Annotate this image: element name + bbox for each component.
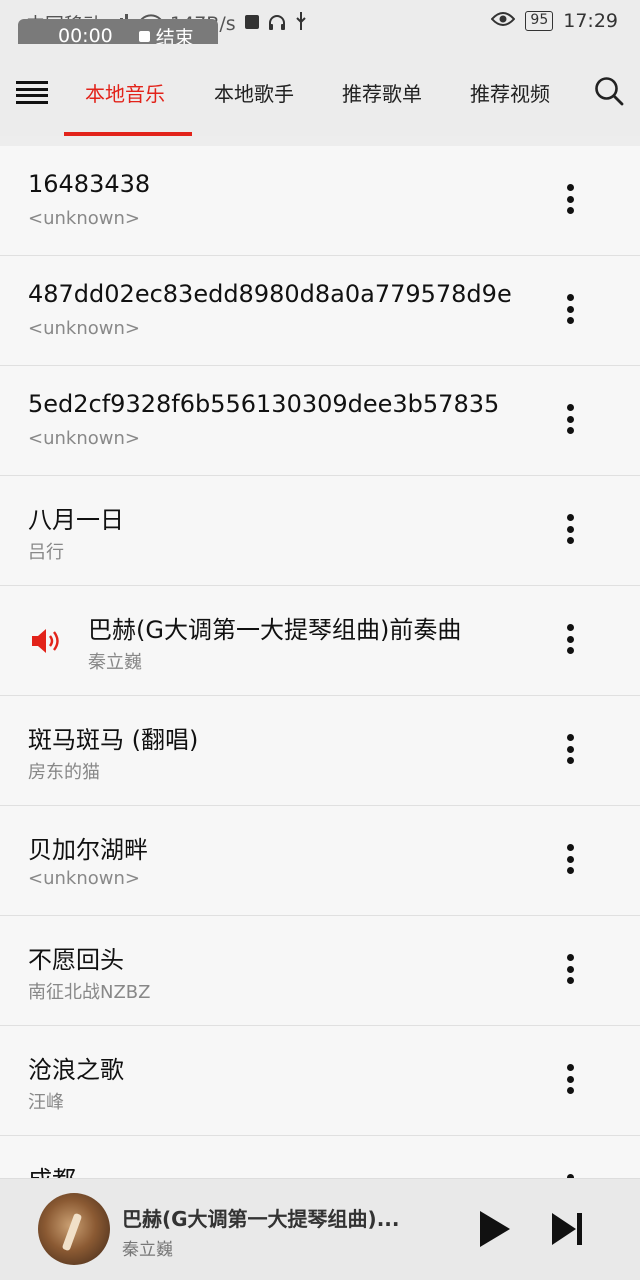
song-artist: <unknown>	[28, 208, 140, 229]
more-options-icon[interactable]	[562, 1064, 578, 1098]
song-title: 5ed2cf9328f6b556130309dee3b57835	[28, 390, 500, 418]
active-tab-indicator	[64, 132, 192, 136]
song-title: 487dd02ec83edd8980d8a0a779578d9e	[28, 280, 512, 308]
more-options-icon[interactable]	[562, 294, 578, 328]
song-artist: <unknown>	[28, 868, 140, 889]
song-artist: 房东的猫	[28, 762, 100, 783]
song-title: 巴赫(G大调第一大提琴组曲)前奏曲	[88, 616, 462, 644]
song-row[interactable]: 不愿回头 南征北战NZBZ	[0, 916, 640, 1026]
top-navigation: 本地音乐 本地歌手 推荐歌单 推荐视频	[0, 44, 640, 136]
song-title: 不愿回头	[28, 946, 124, 974]
more-options-icon[interactable]	[562, 734, 578, 768]
usb-icon	[294, 12, 308, 35]
song-row-now-playing[interactable]: 巴赫(G大调第一大提琴组曲)前奏曲 秦立巍	[0, 586, 640, 696]
more-options-icon[interactable]	[562, 844, 578, 878]
song-title: 八月一日	[28, 506, 124, 534]
song-artist: <unknown>	[28, 318, 140, 339]
song-artist: 秦立巍	[88, 652, 142, 673]
search-icon[interactable]	[594, 76, 624, 106]
song-row[interactable]: 成都	[0, 1136, 640, 1178]
tab-local-music[interactable]: 本地音乐	[85, 78, 165, 107]
song-title: 贝加尔湖畔	[28, 836, 148, 864]
menu-icon[interactable]	[16, 81, 48, 104]
eye-comfort-icon	[491, 10, 516, 32]
next-track-icon[interactable]	[548, 1211, 588, 1247]
song-title: 成都	[28, 1160, 76, 1178]
more-options-icon[interactable]	[562, 624, 578, 658]
song-artist: 汪峰	[28, 1092, 64, 1113]
more-options-icon[interactable]	[562, 954, 578, 988]
clock: 17:29	[563, 10, 618, 32]
speaker-icon	[30, 626, 64, 656]
stop-icon	[138, 30, 150, 42]
now-playing-title: 巴赫(G大调第一大提琴组曲)...	[122, 1207, 400, 1231]
song-row[interactable]: 贝加尔湖畔 <unknown>	[0, 806, 640, 916]
tab-local-singers[interactable]: 本地歌手	[214, 78, 294, 107]
tab-recommended-playlists[interactable]: 推荐歌单	[342, 78, 422, 107]
play-icon[interactable]	[474, 1209, 514, 1249]
song-row[interactable]: 16483438 <unknown>	[0, 146, 640, 256]
song-artist: <unknown>	[28, 428, 140, 449]
tab-recommended-videos[interactable]: 推荐视频	[470, 78, 550, 107]
album-cover[interactable]	[38, 1193, 110, 1265]
song-artist: 南征北战NZBZ	[28, 982, 151, 1003]
now-playing-artist: 秦立巍	[122, 1240, 173, 1260]
song-title: 16483438	[28, 170, 151, 198]
song-row[interactable]: 八月一日 吕行	[0, 476, 640, 586]
song-artist: 吕行	[28, 542, 64, 563]
headphones-icon	[268, 13, 286, 35]
more-options-icon[interactable]	[562, 184, 578, 218]
battery-indicator: 95	[525, 11, 554, 31]
song-title: 沧浪之歌	[28, 1056, 124, 1084]
song-list[interactable]: 16483438 <unknown> 487dd02ec83edd8980d8a…	[0, 146, 640, 1178]
song-row[interactable]: 斑马斑马 (翻唱) 房东的猫	[0, 696, 640, 806]
song-row[interactable]: 487dd02ec83edd8980d8a0a779578d9e <unknow…	[0, 256, 640, 366]
more-options-icon[interactable]	[562, 404, 578, 438]
song-title: 斑马斑马 (翻唱)	[28, 726, 199, 754]
song-row[interactable]: 沧浪之歌 汪峰	[0, 1026, 640, 1136]
more-options-icon[interactable]	[562, 514, 578, 548]
screen-record-icon	[244, 13, 260, 35]
song-row[interactable]: 5ed2cf9328f6b556130309dee3b57835 <unknow…	[0, 366, 640, 476]
mini-player[interactable]: 巴赫(G大调第一大提琴组曲)... 秦立巍	[0, 1178, 640, 1280]
